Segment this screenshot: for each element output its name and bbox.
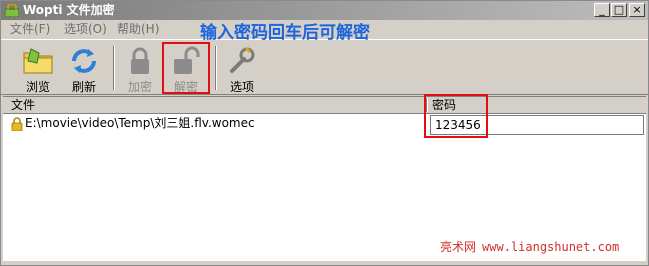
toolbar-separator — [113, 46, 115, 90]
close-button[interactable]: × — [629, 3, 645, 17]
lock-icon — [11, 117, 23, 131]
toolbar: 浏览 刷新 加密 解密 选项 — [1, 39, 648, 95]
app-lock-icon — [5, 4, 19, 17]
file-list: 文件 密码 E:\movie\video\Temp\刘三姐.flv.womec — [3, 96, 646, 261]
table-row[interactable]: E:\movie\video\Temp\刘三姐.flv.womec — [3, 114, 646, 135]
watermark-url: www.liangshunet.com — [482, 240, 620, 254]
menu-file[interactable]: 文件(F) — [10, 22, 50, 37]
encrypt-label: 加密 — [127, 80, 152, 94]
options-button[interactable]: 选项 — [219, 43, 265, 94]
column-file-header[interactable]: 文件 — [11, 98, 35, 112]
refresh-button[interactable]: 刷新 — [61, 43, 107, 94]
toolbar-separator — [215, 46, 217, 90]
options-label: 选项 — [229, 80, 254, 94]
window-title: Wopti 文件加密 — [23, 3, 115, 17]
wrench-icon — [230, 46, 255, 73]
refresh-icon — [72, 49, 96, 73]
encrypt-button[interactable]: 加密 — [117, 43, 163, 94]
list-header: 文件 密码 — [3, 97, 646, 114]
menu-help[interactable]: 帮助(H) — [117, 22, 159, 37]
refresh-label: 刷新 — [71, 80, 96, 94]
decrypt-highlight-box — [162, 42, 210, 94]
watermark: 亮术网 www.liangshunet.com — [440, 240, 619, 254]
file-path: E:\movie\video\Temp\刘三姐.flv.womec — [25, 116, 255, 130]
lock-closed-icon — [131, 47, 149, 74]
menu-options[interactable]: 选项(O) — [64, 22, 107, 37]
watermark-site: 亮术网 — [440, 240, 477, 254]
browse-label: 浏览 — [25, 80, 50, 94]
maximize-button[interactable]: □ — [611, 3, 627, 17]
browse-button[interactable]: 浏览 — [15, 43, 61, 94]
minimize-button[interactable]: _ — [594, 3, 610, 17]
folder-icon — [23, 48, 53, 74]
password-highlight-box — [424, 94, 488, 138]
title-bar: Wopti 文件加密 _ □ × — [1, 1, 648, 20]
annotation-text: 输入密码回车后可解密 — [200, 23, 370, 43]
